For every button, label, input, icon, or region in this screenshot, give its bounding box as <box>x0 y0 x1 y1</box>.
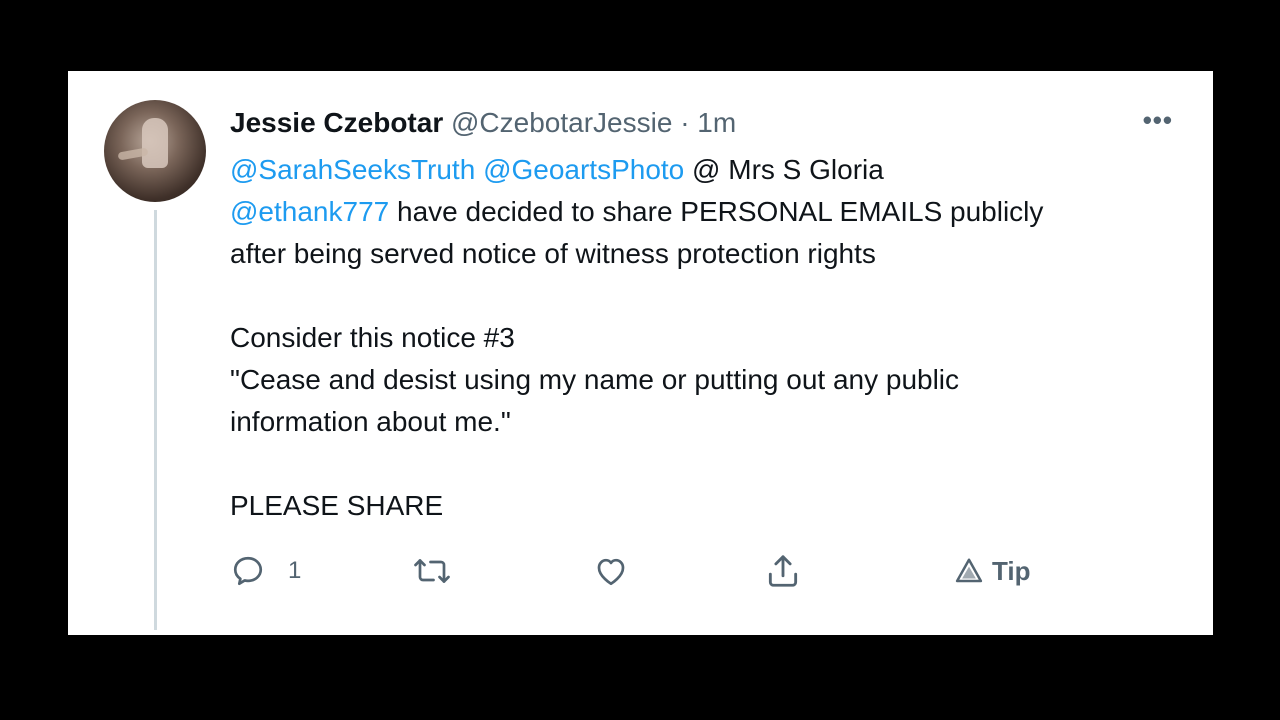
author-handle[interactable]: @CzebotarJessie <box>451 107 672 138</box>
retweet-icon <box>412 553 452 589</box>
tweet-time[interactable]: 1m <box>697 107 736 138</box>
share-button[interactable] <box>764 549 802 593</box>
tweet-card[interactable]: Jessie Czebotar @CzebotarJessie · 1m •••… <box>68 71 1213 635</box>
mention-ethank777[interactable]: @ethank777 <box>230 196 389 227</box>
separator-dot: · <box>680 107 690 138</box>
tweet-line-6: information about me." <box>230 406 511 437</box>
tip-button[interactable]: Tip <box>954 549 1031 593</box>
tip-icon <box>954 556 984 586</box>
reply-count: 1 <box>288 557 302 584</box>
tweet-line-7: PLEASE SHARE <box>230 490 444 521</box>
tweet-text: @ Mrs S Gloria <box>684 154 884 185</box>
tweet-line-1: @SarahSeeksTruth @GeoartsPhoto @ Mrs S G… <box>230 149 1190 191</box>
action-bar: 1 Tip <box>230 549 1130 593</box>
tweet-line-4: Consider this notice #3 <box>230 322 515 353</box>
retweet-button[interactable] <box>412 549 452 593</box>
mention-sarahseekstruth[interactable]: @SarahSeeksTruth <box>230 154 475 185</box>
more-icon[interactable]: ••• <box>1143 105 1173 136</box>
mention-geoartsphoto[interactable]: @GeoartsPhoto <box>483 154 684 185</box>
share-icon <box>764 552 802 590</box>
thread-line <box>154 210 157 630</box>
like-button[interactable] <box>592 549 630 593</box>
video-frame: Jessie Czebotar @CzebotarJessie · 1m •••… <box>0 0 1280 720</box>
heart-icon <box>592 553 630 589</box>
tweet-line-2: @ethank777 have decided to share PERSONA… <box>230 191 1190 233</box>
tweet-text: have decided to share PERSONAL EMAILS pu… <box>389 196 1044 227</box>
author-name[interactable]: Jessie Czebotar <box>230 107 443 138</box>
tweet-header: Jessie Czebotar @CzebotarJessie · 1m <box>230 106 736 140</box>
reply-button[interactable]: 1 <box>230 549 301 593</box>
tip-label: Tip <box>992 555 1031 586</box>
avatar[interactable] <box>104 100 206 202</box>
avatar-figure <box>142 118 168 168</box>
reply-icon <box>230 553 266 589</box>
tweet-line-5: "Cease and desist using my name or putti… <box>230 364 960 395</box>
tweet-body: @SarahSeeksTruth @GeoartsPhoto @ Mrs S G… <box>230 149 1190 527</box>
tweet-line-3: after being served notice of witness pro… <box>230 238 876 269</box>
